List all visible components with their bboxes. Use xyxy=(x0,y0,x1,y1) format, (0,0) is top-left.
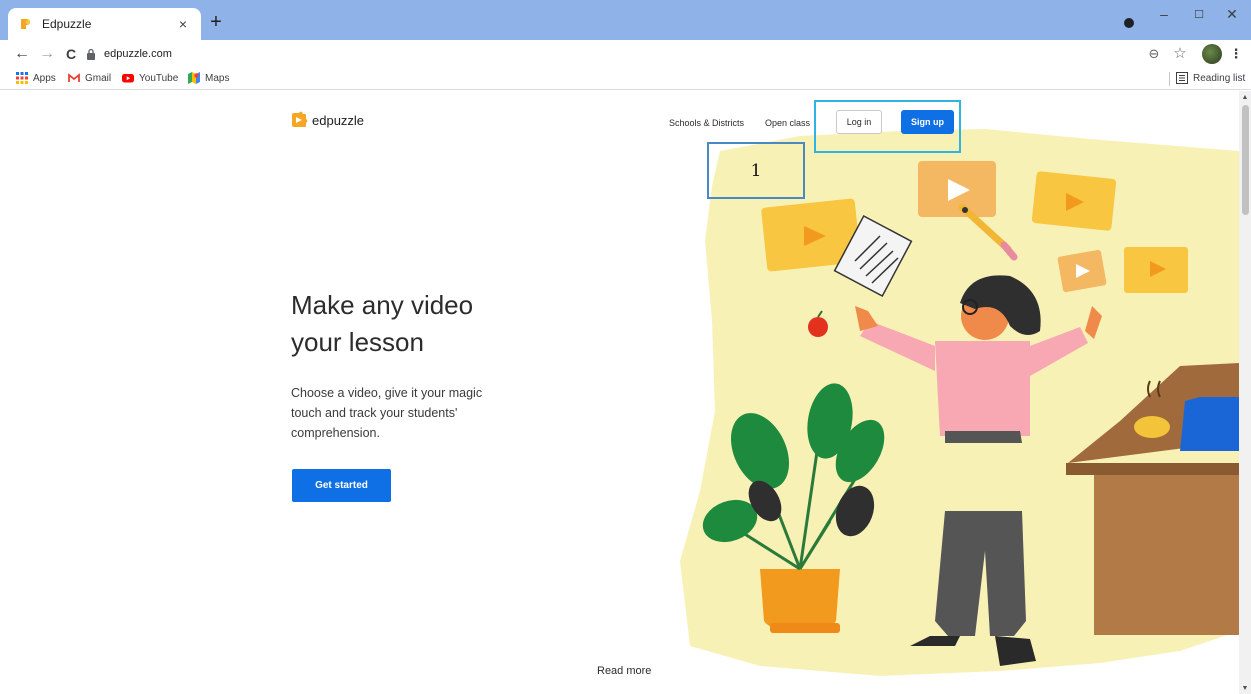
video-card-3 xyxy=(1031,171,1117,231)
reload-button[interactable]: C xyxy=(61,44,81,64)
profile-avatar[interactable] xyxy=(1202,44,1222,64)
scroll-up-arrow-icon[interactable]: ▲ xyxy=(1239,94,1251,101)
zoom-icon[interactable]: ⊖ xyxy=(1146,46,1162,62)
edpuzzle-favicon-icon xyxy=(21,19,31,29)
bookmark-label: YouTube xyxy=(139,72,179,84)
bookmark-maps[interactable]: Maps xyxy=(188,72,229,84)
video-card-2 xyxy=(918,161,996,217)
page-scrollbar[interactable]: ▲ ▼ xyxy=(1239,91,1251,694)
annotation-highlight-box xyxy=(814,100,961,153)
tab-title: Edpuzzle xyxy=(42,17,92,31)
nav-link-schools-districts[interactable]: Schools & Districts xyxy=(669,118,744,128)
hero-description: Choose a video, give it your magic touch… xyxy=(291,386,483,440)
reading-list-icon xyxy=(1176,72,1188,84)
bookmark-youtube[interactable]: YouTube xyxy=(122,72,178,84)
scrollbar-thumb[interactable] xyxy=(1242,105,1249,215)
bookmark-apps[interactable]: Apps xyxy=(16,72,56,84)
hero-title-line-1: Make any video xyxy=(291,290,474,320)
nav-link-open-class[interactable]: Open class xyxy=(765,118,810,128)
bookmark-gmail[interactable]: Gmail xyxy=(68,72,111,84)
video-card-5 xyxy=(1124,247,1188,293)
reading-list-label: Reading list xyxy=(1193,72,1246,84)
bookmark-star-icon[interactable]: ☆ xyxy=(1172,44,1188,62)
tab-close-icon[interactable]: × xyxy=(175,16,191,32)
edpuzzle-logo-icon xyxy=(292,111,308,127)
video-card-4 xyxy=(1057,249,1107,293)
profile-indicator-icon[interactable] xyxy=(1124,18,1134,28)
browser-menu-icon[interactable]: ⋮ xyxy=(1228,46,1244,62)
youtube-icon xyxy=(122,74,134,83)
address-bar[interactable]: edpuzzle.com xyxy=(86,43,1203,65)
reading-list-button[interactable]: Reading list xyxy=(1176,72,1245,84)
lock-icon xyxy=(87,48,95,60)
bookmarks-bar: Apps Gmail YouTube Maps Reading list xyxy=(0,68,1251,90)
edpuzzle-homepage: edpuzzle Schools & Districts Open class … xyxy=(0,91,1239,694)
hero-title-line-2: your lesson xyxy=(291,327,424,357)
annotation-label: 1 xyxy=(707,142,805,199)
get-started-button[interactable]: Get started xyxy=(292,469,391,502)
browser-titlebar: Edpuzzle × + – ☐ ✕ xyxy=(0,0,1251,40)
edpuzzle-logo[interactable]: edpuzzle xyxy=(290,111,364,129)
gmail-icon xyxy=(68,73,80,82)
bookmark-label: Gmail xyxy=(85,72,112,84)
url-text: edpuzzle.com xyxy=(104,48,172,60)
new-tab-button[interactable]: + xyxy=(206,12,226,32)
minimize-button[interactable]: – xyxy=(1154,6,1174,22)
maps-icon xyxy=(188,72,200,84)
browser-tab-edpuzzle[interactable]: Edpuzzle × xyxy=(8,8,201,40)
bookmarks-separator xyxy=(1169,72,1170,86)
scroll-down-arrow-icon[interactable]: ▼ xyxy=(1239,685,1251,692)
apps-grid-icon xyxy=(16,72,28,84)
bookmark-label: Apps xyxy=(33,72,56,84)
maximize-button[interactable]: ☐ xyxy=(1189,8,1209,21)
close-window-button[interactable]: ✕ xyxy=(1222,6,1242,23)
forward-button[interactable]: → xyxy=(37,44,57,64)
read-more-link[interactable]: Read more xyxy=(597,665,651,677)
back-button[interactable]: ← xyxy=(12,44,32,64)
hero-illustration xyxy=(680,129,1239,676)
browser-toolbar: ← → C edpuzzle.com ⊖ ☆ ⋮ xyxy=(0,40,1251,68)
logo-text: edpuzzle xyxy=(312,112,365,128)
hero-title: Make any video your lesson xyxy=(291,287,473,361)
bookmark-label: Maps xyxy=(205,72,230,84)
